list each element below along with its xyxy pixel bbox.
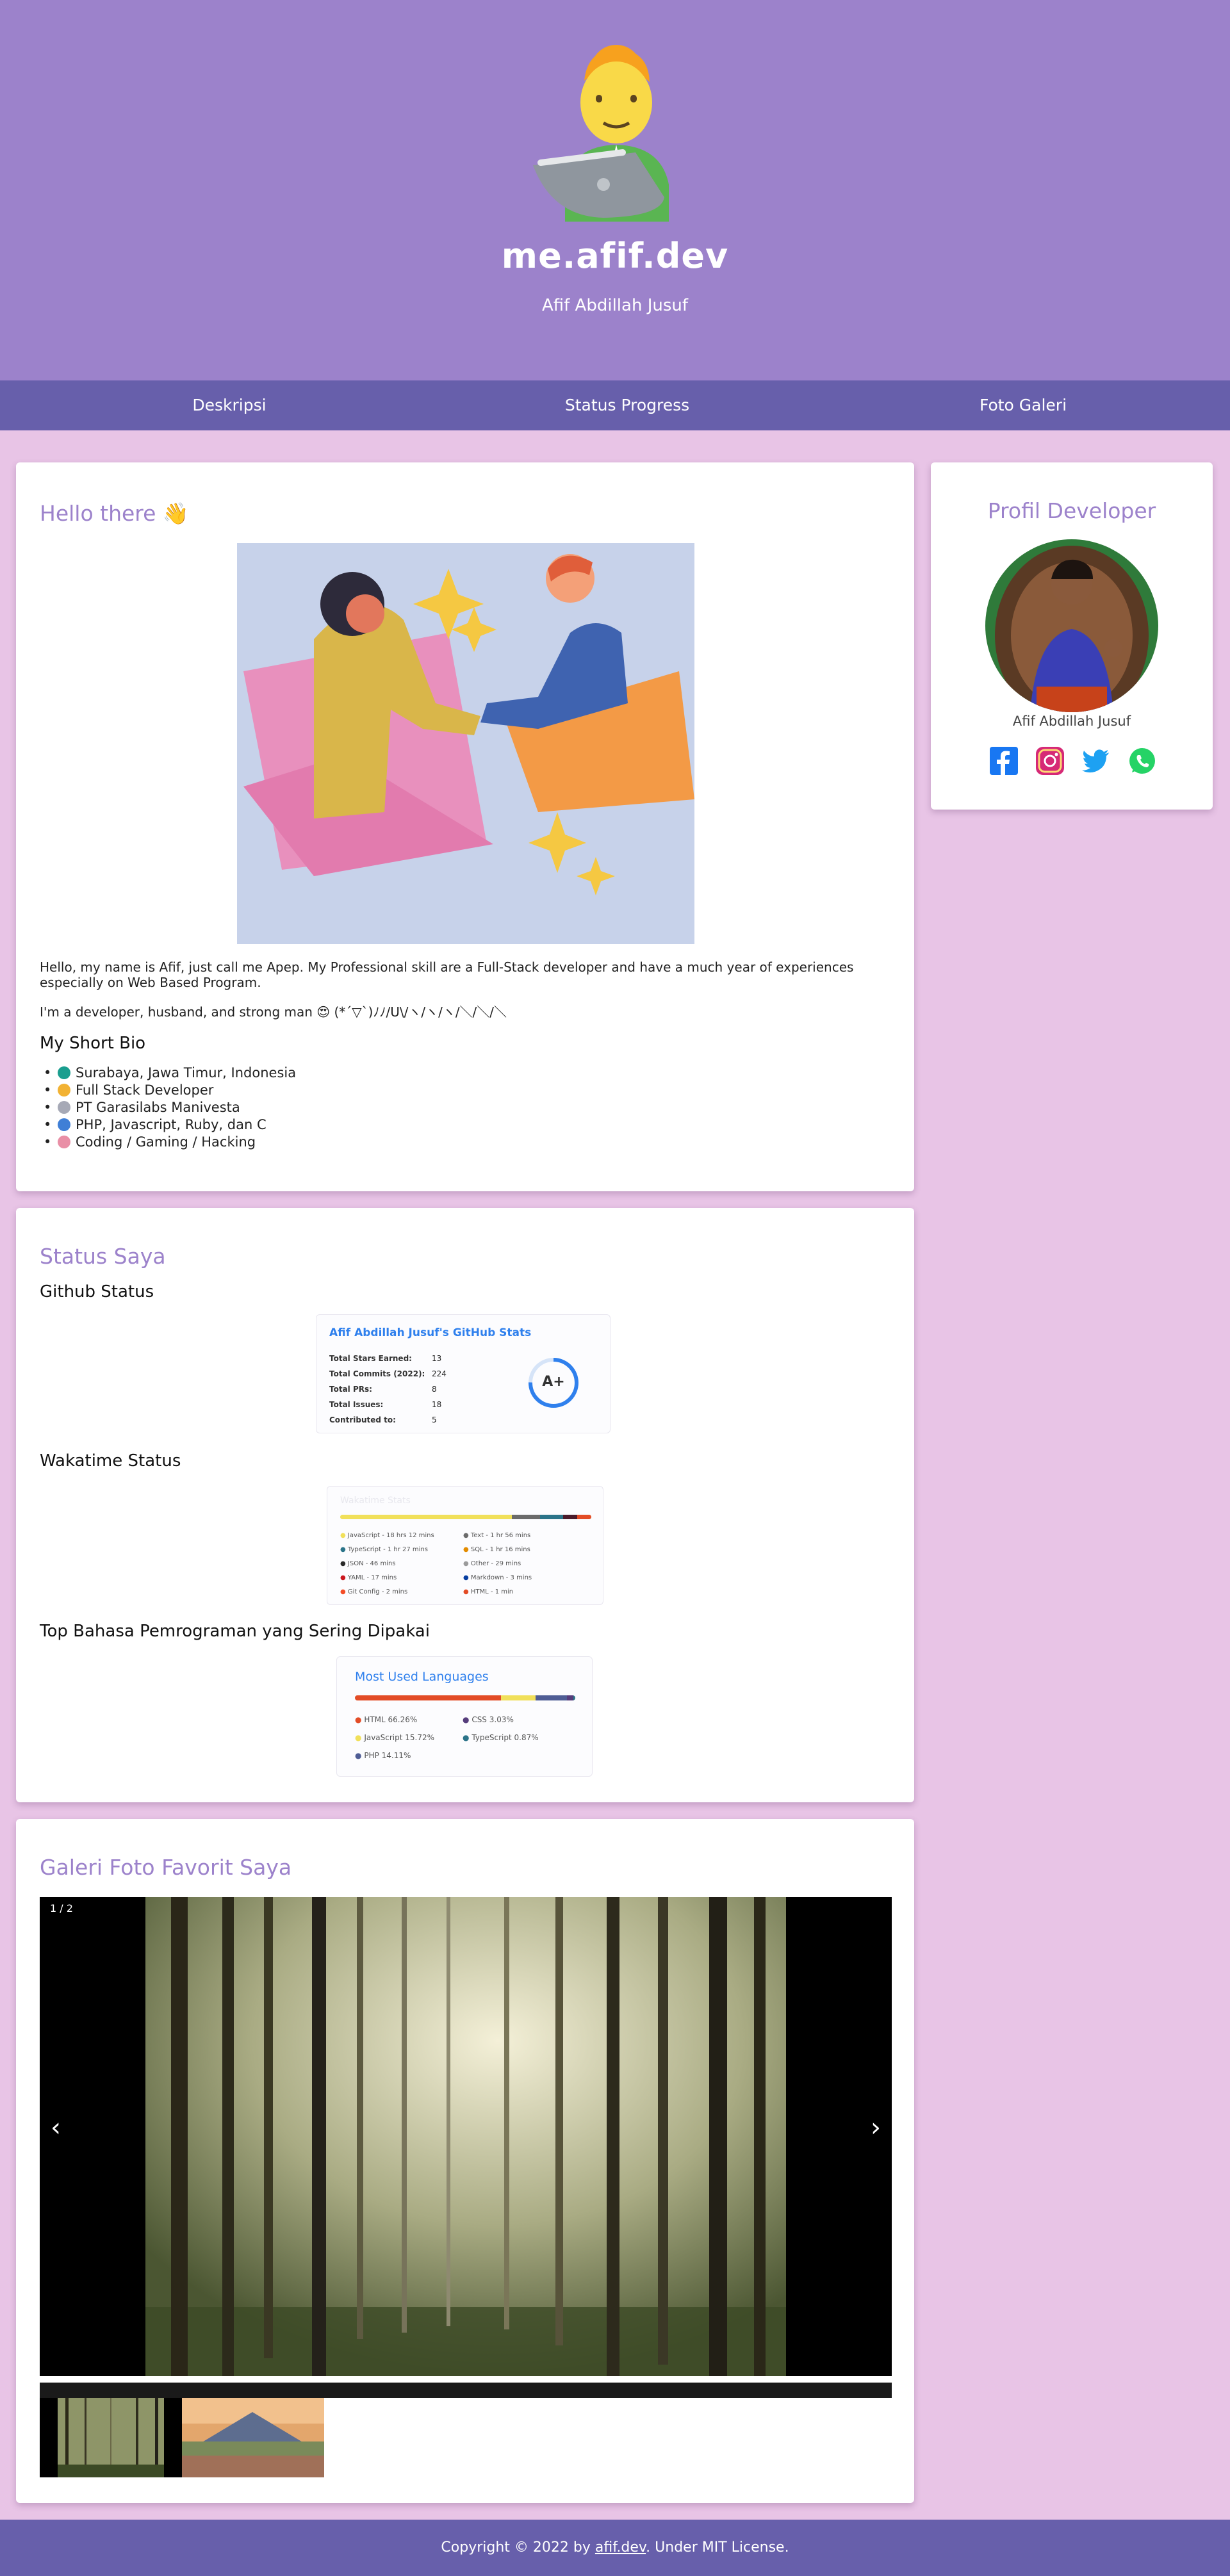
footer-link[interactable]: afif.dev xyxy=(595,2539,646,2556)
languages-list-left: ● HTML 66.26% ● JavaScript 15.72% ● PHP … xyxy=(355,1711,434,1765)
wakatime-item: ● HTML - 1 min xyxy=(463,1588,514,1595)
profile-title: Profil Developer xyxy=(987,498,1156,523)
wakatime-stats-card: Wakatime Stats ● JavaScript - 18 hrs 12 … xyxy=(327,1486,603,1605)
twitter-icon[interactable] xyxy=(1082,747,1110,775)
languages-label: Top Bahasa Pemrograman yang Sering Dipak… xyxy=(40,1622,430,1641)
prev-slide-button[interactable]: ‹ xyxy=(40,2108,72,2147)
office-building-icon xyxy=(58,1101,70,1114)
languages-bar xyxy=(355,1695,575,1700)
thumbnail-forest[interactable] xyxy=(40,2398,182,2477)
list-item: Full Stack Developer xyxy=(40,1082,296,1099)
thumbnail-strip xyxy=(40,2398,892,2480)
intro-paragraph: Hello, my name is Afif, just call me Ape… xyxy=(40,959,854,990)
gallery-title: Galeri Foto Favorit Saya xyxy=(40,1855,292,1880)
nav-item-foto-galeri[interactable]: Foto Galeri xyxy=(927,380,1119,430)
site-title: me.afif.dev xyxy=(501,236,729,276)
slide-counter: 1 / 2 xyxy=(50,1902,73,1914)
wakatime-item: ● YAML - 17 mins xyxy=(340,1574,397,1581)
bio-list: Surabaya, Jawa Timur, Indonesia Full Sta… xyxy=(40,1064,296,1151)
github-stat-row: Total Commits (2022): 224 xyxy=(329,1369,447,1378)
status-card: Status Saya Github Status Afif Abdillah … xyxy=(16,1208,914,1802)
developer-with-laptop-icon xyxy=(533,45,669,222)
brain-icon xyxy=(58,1136,70,1148)
instagram-icon[interactable] xyxy=(1036,747,1064,775)
next-slide-button[interactable]: › xyxy=(860,2108,892,2147)
github-stat-row: Contributed to: 5 xyxy=(329,1415,437,1424)
list-item: PT Garasilabs Manivesta xyxy=(40,1099,296,1116)
language-bar-segment xyxy=(355,1695,501,1700)
gallery-card: Galeri Foto Favorit Saya 1 / 2 ‹ › xyxy=(16,1819,914,2503)
language-item: ● TypeScript 0.87% xyxy=(463,1733,539,1742)
languages-list-right: ● CSS 3.03% ● TypeScript 0.87% xyxy=(463,1711,539,1747)
language-item: ● CSS 3.03% xyxy=(463,1715,514,1724)
profile-photo xyxy=(985,539,1158,712)
language-item: ● HTML 66.26% xyxy=(355,1715,418,1724)
wakatime-title: Wakatime Stats xyxy=(340,1496,411,1506)
wakatime-item: ● JavaScript - 18 hrs 12 mins xyxy=(340,1532,434,1539)
bio-title: My Short Bio xyxy=(40,1034,146,1053)
wakatime-list-left: ● JavaScript - 18 hrs 12 mins ● TypeScri… xyxy=(340,1529,434,1599)
wakatime-item: ● SQL - 1 hr 16 mins xyxy=(463,1546,530,1553)
wakatime-status-label: Wakatime Status xyxy=(40,1451,181,1471)
grade-label: A+ xyxy=(542,1374,565,1390)
nav-item-deskripsi[interactable]: Deskripsi xyxy=(133,380,325,430)
site-subtitle: Afif Abdillah Jusuf xyxy=(541,296,689,315)
github-stat-row: Total PRs: 8 xyxy=(329,1385,437,1394)
about-title: Hello there 👋 xyxy=(40,501,190,526)
language-bar-segment xyxy=(566,1695,573,1700)
list-item: Surabaya, Jawa Timur, Indonesia xyxy=(40,1064,296,1082)
languages-title: Most Used Languages xyxy=(355,1670,489,1684)
language-bar-segment xyxy=(500,1695,536,1700)
list-item: PHP, Javascript, Ruby, dan C xyxy=(40,1116,296,1134)
nav-item-status-progress[interactable]: Status Progress xyxy=(531,380,723,430)
list-item: Coding / Gaming / Hacking xyxy=(40,1134,296,1151)
thumbnail-mountain[interactable] xyxy=(182,2398,324,2477)
language-item: ● PHP 14.11% xyxy=(355,1751,411,1760)
tagline-paragraph: I'm a developer, husband, and strong man… xyxy=(40,1004,507,1020)
whatsapp-icon[interactable] xyxy=(1128,747,1156,775)
github-status-label: Github Status xyxy=(40,1282,154,1301)
languages-card: Most Used Languages ● HTML 66.26% ● Java… xyxy=(336,1656,593,1777)
books-icon xyxy=(58,1118,70,1131)
language-bar-segment xyxy=(573,1695,575,1700)
globe-icon xyxy=(58,1066,70,1079)
profile-card: Profil Developer Afif Abdillah Jusuf xyxy=(931,462,1213,810)
profile-name: Afif Abdillah Jusuf xyxy=(1012,713,1131,729)
site-header: me.afif.dev Afif Abdillah Jusuf xyxy=(0,0,1230,380)
gallery-slideshow: 1 / 2 ‹ › xyxy=(40,1897,892,2376)
wakatime-list-right: ● Text - 1 hr 56 mins ● SQL - 1 hr 16 mi… xyxy=(463,1529,532,1599)
technologist-icon xyxy=(58,1084,70,1096)
wakatime-bar xyxy=(340,1515,591,1519)
thumbnail-scrollbar[interactable] xyxy=(40,2383,892,2398)
github-stats-rows: Total Stars Earned: 13 Total Commits (202… xyxy=(329,1351,496,1428)
facebook-icon[interactable] xyxy=(990,747,1018,775)
github-stats-title: Afif Abdillah Jusuf's GitHub Stats xyxy=(329,1326,532,1339)
footer-suffix: . Under MIT License. xyxy=(646,2539,789,2556)
wakatime-item: ● Text - 1 hr 56 mins xyxy=(463,1532,531,1539)
wakatime-item: ● Git Config - 2 mins xyxy=(340,1588,408,1595)
wakatime-item: ● Markdown - 3 mins xyxy=(463,1574,532,1581)
github-stat-row: Total Stars Earned: 13 xyxy=(329,1354,442,1363)
status-title: Status Saya xyxy=(40,1244,166,1269)
language-item: ● JavaScript 15.72% xyxy=(355,1733,435,1742)
wakatime-item: ● Other - 29 mins xyxy=(463,1560,521,1567)
wakatime-item: ● JSON - 46 mins xyxy=(340,1560,396,1567)
language-bar-segment xyxy=(536,1695,567,1700)
github-stat-row: Total Issues: 18 xyxy=(329,1400,442,1409)
footer-prefix: Copyright © 2022 by xyxy=(441,2539,595,2556)
forest-photo xyxy=(145,1897,786,2376)
main-nav: Deskripsi Status Progress Foto Galeri xyxy=(0,380,1230,430)
github-stats-card: Afif Abdillah Jusuf's GitHub Stats Total… xyxy=(316,1314,611,1433)
handshake-illustration xyxy=(237,543,694,944)
site-footer: Copyright © 2022 by afif.dev. Under MIT … xyxy=(0,2520,1230,2576)
wakatime-item: ● TypeScript - 1 hr 27 mins xyxy=(340,1546,428,1553)
